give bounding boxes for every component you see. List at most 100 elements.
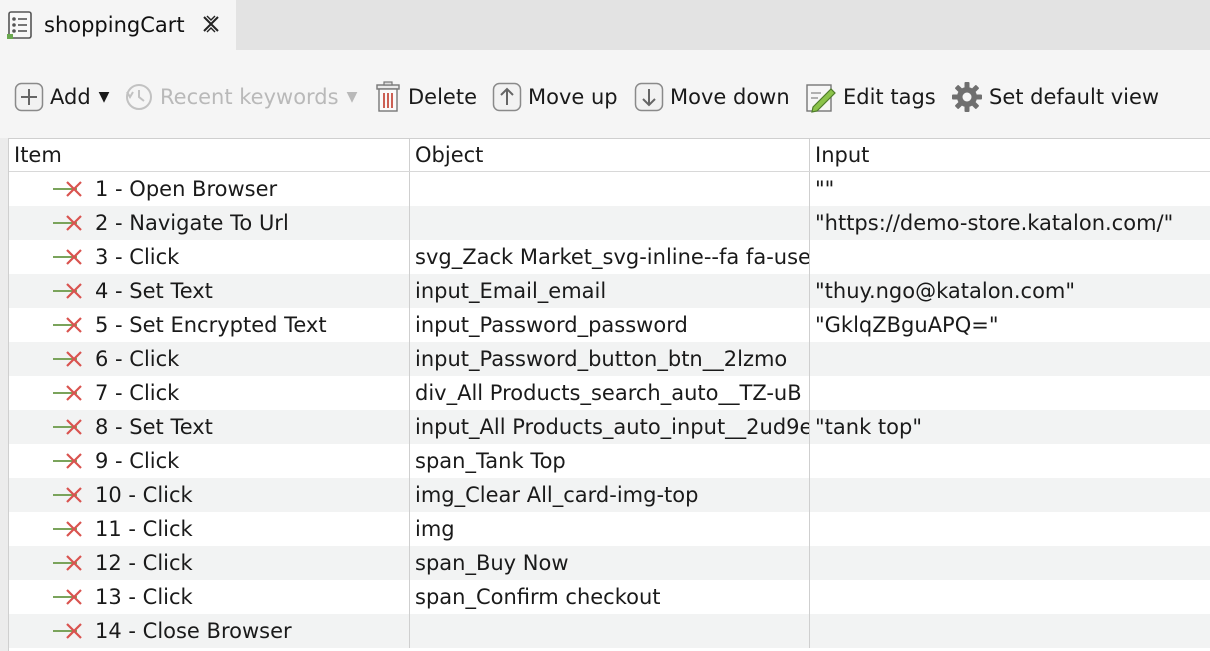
- table-row[interactable]: 2 - Navigate To Url "https://demo-store.k…: [9, 206, 1210, 240]
- input-cell[interactable]: [809, 478, 1210, 512]
- recent-keywords-label: Recent keywords: [160, 85, 339, 109]
- step-label: 3 - Click: [95, 245, 180, 269]
- disabled-step-icon: [53, 521, 82, 537]
- column-header-item[interactable]: Item: [9, 139, 409, 171]
- table-row[interactable]: 3 - Click svg_Zack Market_svg-inline--fa …: [9, 240, 1210, 274]
- input-cell[interactable]: "GklqZBguAPQ=": [809, 308, 1210, 342]
- item-cell[interactable]: 7 - Click: [9, 376, 409, 410]
- add-button[interactable]: Add ▼: [14, 80, 109, 114]
- table-row[interactable]: 8 - Set Text input_All Products_auto_inpu…: [9, 410, 1210, 444]
- object-cell[interactable]: span_Buy Now: [409, 546, 809, 580]
- object-cell[interactable]: span_Confirm checkout: [409, 580, 809, 614]
- test-case-icon: [7, 11, 32, 39]
- item-cell[interactable]: 8 - Set Text: [9, 410, 409, 444]
- table-row[interactable]: 11 - Click img: [9, 512, 1210, 546]
- input-cell[interactable]: "https://demo-store.katalon.com/": [809, 206, 1210, 240]
- input-cell[interactable]: [809, 444, 1210, 478]
- object-cell[interactable]: img: [409, 512, 809, 546]
- object-cell[interactable]: input_Email_email: [409, 274, 809, 308]
- step-label: 13 - Click: [95, 585, 193, 609]
- history-icon: [126, 84, 152, 110]
- step-label: 9 - Click: [95, 449, 180, 473]
- input-cell[interactable]: "tank top": [809, 410, 1210, 444]
- move-down-label: Move down: [670, 85, 790, 109]
- item-cell[interactable]: 11 - Click: [9, 512, 409, 546]
- tab-shopping-cart[interactable]: shoppingCart: [0, 0, 236, 50]
- object-cell[interactable]: img_Clear All_card-img-top: [409, 478, 809, 512]
- arrow-up-icon: [492, 82, 522, 112]
- move-down-button[interactable]: Move down: [634, 80, 790, 114]
- input-cell[interactable]: [809, 580, 1210, 614]
- table-row[interactable]: 14 - Close Browser: [9, 614, 1210, 648]
- input-cell[interactable]: [809, 614, 1210, 648]
- input-cell[interactable]: [809, 342, 1210, 376]
- input-cell[interactable]: [809, 376, 1210, 410]
- step-label: 5 - Set Encrypted Text: [95, 313, 327, 337]
- disabled-step-icon: [53, 181, 82, 197]
- item-cell[interactable]: 12 - Click: [9, 546, 409, 580]
- table-row[interactable]: 7 - Click div_All Products_search_auto__T…: [9, 376, 1210, 410]
- input-cell[interactable]: "thuy.ngo@katalon.com": [809, 274, 1210, 308]
- input-cell[interactable]: [809, 546, 1210, 580]
- table-row[interactable]: 9 - Click span_Tank Top: [9, 444, 1210, 478]
- test-steps-table: Item Object Input 1 - Open Browser "" 2 - …: [8, 138, 1210, 651]
- disabled-step-icon: [53, 419, 82, 435]
- disabled-step-icon: [53, 589, 82, 605]
- disabled-step-icon: [53, 215, 82, 231]
- trash-icon: [376, 81, 400, 112]
- table-header: Item Object Input: [9, 139, 1210, 172]
- table-row[interactable]: 5 - Set Encrypted Text input_Password_pas…: [9, 308, 1210, 342]
- object-cell[interactable]: input_All Products_auto_input__2ud9e: [409, 410, 809, 444]
- recent-keywords-button[interactable]: Recent keywords ▼: [124, 80, 357, 114]
- item-cell[interactable]: 13 - Click: [9, 580, 409, 614]
- set-default-view-button[interactable]: Set default view: [951, 80, 1159, 114]
- step-label: 11 - Click: [95, 517, 193, 541]
- close-icon[interactable]: [200, 13, 222, 35]
- add-label: Add: [50, 85, 91, 109]
- column-header-input[interactable]: Input: [809, 139, 1210, 171]
- delete-button[interactable]: Delete: [374, 80, 477, 114]
- input-cell[interactable]: "": [809, 172, 1210, 206]
- table-row[interactable]: 12 - Click span_Buy Now: [9, 546, 1210, 580]
- table-row[interactable]: 10 - Click img_Clear All_card-img-top: [9, 478, 1210, 512]
- object-cell[interactable]: input_Password_button_btn__2lzmo: [409, 342, 809, 376]
- input-cell[interactable]: [809, 240, 1210, 274]
- edit-tags-label: Edit tags: [843, 85, 936, 109]
- step-label: 1 - Open Browser: [95, 177, 278, 201]
- gear-icon: [952, 82, 982, 112]
- disabled-step-icon: [53, 487, 82, 503]
- table-row[interactable]: 4 - Set Text input_Email_email "thuy.ngo@k…: [9, 274, 1210, 308]
- chevron-down-icon[interactable]: ▼: [99, 89, 110, 105]
- object-cell[interactable]: span_Tank Top: [409, 444, 809, 478]
- object-cell[interactable]: [409, 206, 809, 240]
- disabled-step-icon: [53, 351, 82, 367]
- table-row[interactable]: 6 - Click input_Password_button_btn__2lzm…: [9, 342, 1210, 376]
- item-cell[interactable]: 2 - Navigate To Url: [9, 206, 409, 240]
- object-cell[interactable]: svg_Zack Market_svg-inline--fa fa-user: [409, 240, 809, 274]
- item-cell[interactable]: 14 - Close Browser: [9, 614, 409, 648]
- object-cell[interactable]: [409, 172, 809, 206]
- column-header-object[interactable]: Object: [409, 139, 809, 171]
- table-body: 1 - Open Browser "" 2 - Navigate To Url "ht…: [9, 172, 1210, 648]
- object-cell[interactable]: div_All Products_search_auto__TZ-uB: [409, 376, 809, 410]
- object-cell[interactable]: [409, 614, 809, 648]
- input-cell[interactable]: [809, 512, 1210, 546]
- step-label: 12 - Click: [95, 551, 193, 575]
- step-label: 2 - Navigate To Url: [95, 211, 289, 235]
- move-up-button[interactable]: Move up: [492, 80, 618, 114]
- item-cell[interactable]: 6 - Click: [9, 342, 409, 376]
- item-cell[interactable]: 10 - Click: [9, 478, 409, 512]
- disabled-step-icon: [53, 623, 82, 639]
- table-row[interactable]: 13 - Click span_Confirm checkout: [9, 580, 1210, 614]
- table-row[interactable]: 1 - Open Browser "": [9, 172, 1210, 206]
- item-cell[interactable]: 3 - Click: [9, 240, 409, 274]
- item-cell[interactable]: 5 - Set Encrypted Text: [9, 308, 409, 342]
- item-cell[interactable]: 4 - Set Text: [9, 274, 409, 308]
- disabled-step-icon: [53, 317, 82, 333]
- object-cell[interactable]: input_Password_password: [409, 308, 809, 342]
- item-cell[interactable]: 9 - Click: [9, 444, 409, 478]
- edit-tags-button[interactable]: Edit tags: [805, 80, 936, 114]
- plus-icon: [14, 82, 44, 112]
- item-cell[interactable]: 1 - Open Browser: [9, 172, 409, 206]
- disabled-step-icon: [53, 453, 82, 469]
